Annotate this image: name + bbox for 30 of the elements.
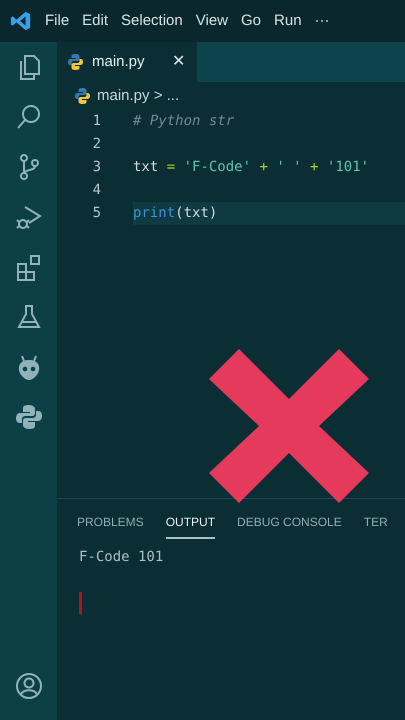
text-cursor: [79, 592, 82, 614]
tab-label: main.py: [92, 52, 146, 72]
line-number: 1: [92, 112, 102, 131]
close-button[interactable]: ✕: [172, 50, 185, 74]
code-line: print(txt): [133, 204, 218, 223]
breadcrumb-item[interactable]: main.py > ...: [97, 84, 180, 108]
panel-tab[interactable]: DEBUG CONSOLE: [237, 513, 342, 539]
panel-tab[interactable]: PROBLEMS: [77, 513, 144, 539]
code-line: # Python str: [133, 112, 234, 131]
python-file-icon: [67, 53, 84, 71]
line-number: 4: [92, 181, 102, 200]
menu-item[interactable]: File: [45, 10, 70, 32]
output-line: F-Code 101: [79, 548, 164, 567]
editor-logo-icon[interactable]: [10, 10, 32, 32]
python-file-icon: [74, 87, 91, 105]
menu-item[interactable]: View: [196, 10, 228, 32]
menu-item[interactable]: Edit: [82, 10, 108, 32]
menu-item[interactable]: ···: [314, 10, 330, 32]
menu-item[interactable]: Go: [241, 10, 262, 32]
panel-tab[interactable]: OUTPUT: [166, 513, 216, 539]
line-number: 5: [92, 204, 102, 223]
line-number: 2: [92, 135, 102, 154]
python-icon[interactable]: [14, 402, 44, 432]
panel-tab[interactable]: TER: [364, 513, 388, 539]
editor-tab[interactable]: main.py ✕: [57, 42, 197, 82]
code-line: txt = 'F-Code' + ' ' + '101': [133, 158, 370, 177]
menu-item[interactable]: Selection: [121, 10, 183, 32]
line-number: 3: [92, 158, 102, 177]
account-icon[interactable]: [14, 672, 42, 700]
menu-item[interactable]: Run: [274, 10, 302, 32]
